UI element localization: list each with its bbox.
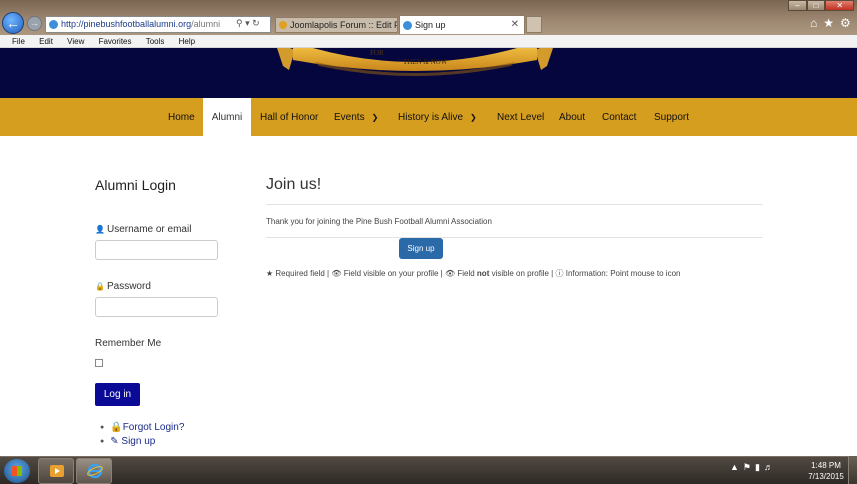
search-icon[interactable]: ⚲ xyxy=(236,18,243,28)
username-label: 👤 Username or email xyxy=(95,224,192,235)
nav-contact[interactable]: Contact xyxy=(602,98,636,136)
new-tab-button[interactable] xyxy=(526,16,542,33)
volume-icon[interactable]: ♬ xyxy=(764,462,777,472)
windows-taskbar xyxy=(0,456,857,484)
password-input[interactable] xyxy=(95,297,218,317)
badge-text: THEN & NOW xyxy=(403,58,448,66)
info-icon: ⓘ xyxy=(555,269,564,278)
forward-button[interactable]: → xyxy=(27,16,42,31)
nav-about[interactable]: About xyxy=(559,98,585,136)
address-bar-icons[interactable]: ⚲ ▾ ↻ xyxy=(236,16,260,33)
favorites-star-icon[interactable]: ★ xyxy=(823,16,840,30)
taskbar-media-player[interactable] xyxy=(38,458,74,484)
menu-tools[interactable]: Tools xyxy=(146,37,165,46)
divider xyxy=(266,237,763,238)
signup-button[interactable]: Sign up xyxy=(399,238,443,259)
browser-tab-signup[interactable]: Sign up ✕ xyxy=(399,15,525,34)
menu-view[interactable]: View xyxy=(67,37,84,46)
main-navigation: Home Alumni Hall of Honor Events ❯ Histor… xyxy=(0,98,857,136)
lock-icon: 🔒 xyxy=(95,282,105,291)
browser-tab-forum[interactable]: Joomlapolis Forum :: Edit Post:... xyxy=(275,17,398,33)
divider xyxy=(266,204,763,205)
flag-icon[interactable]: ⚑ xyxy=(743,462,755,472)
nav-history-is-alive[interactable]: History is Alive ❯ xyxy=(398,98,477,136)
chevron-down-icon: ❯ xyxy=(470,113,477,122)
menu-bar: File Edit View Favorites Tools Help xyxy=(0,35,857,48)
signup-link[interactable]: ● ✎ Sign up xyxy=(100,436,155,447)
forum-favicon-icon xyxy=(279,21,287,29)
bullet-icon: ● xyxy=(100,437,105,445)
clock-date: 7/13/2015 xyxy=(808,472,844,481)
close-window-button[interactable]: ✕ xyxy=(825,0,855,11)
dropdown-icon[interactable]: ▾ xyxy=(245,18,250,28)
maximize-button[interactable]: □ xyxy=(806,0,826,11)
login-button[interactable]: Log in xyxy=(95,383,140,406)
forgot-login-link[interactable]: ● 🔒Forgot Login? xyxy=(100,422,184,433)
system-clock[interactable]: 1:48 PM 7/13/2015 xyxy=(808,460,844,482)
tab-label: Joomlapolis Forum :: Edit Post:... xyxy=(290,20,397,30)
eye-icon: 👁 xyxy=(331,269,342,278)
bullet-icon: ● xyxy=(100,423,105,431)
back-button[interactable]: ← xyxy=(2,12,24,34)
nav-events[interactable]: Events ❯ xyxy=(334,98,378,136)
lock-icon: 🔒 xyxy=(110,422,123,433)
ie-favicon-icon xyxy=(403,21,412,30)
nav-alumni[interactable]: Alumni xyxy=(203,98,251,136)
remember-me-label: Remember Me xyxy=(95,338,162,349)
browser-chrome: ← → http://pinebushfootballalumni.org/al… xyxy=(0,0,857,48)
url-base: http://pinebushfootballalumni.org xyxy=(61,19,192,29)
internet-explorer-icon xyxy=(87,463,103,479)
chevron-down-icon: ❯ xyxy=(371,113,379,122)
menu-help[interactable]: Help xyxy=(179,37,195,46)
menu-file[interactable]: File xyxy=(12,37,25,46)
url-path: /alumni xyxy=(191,19,221,29)
remember-me-checkbox[interactable] xyxy=(95,359,103,367)
badge-partial-text: FOR xyxy=(370,49,384,57)
site-header-banner: FOR THEN & NOW xyxy=(0,48,857,98)
media-player-icon xyxy=(50,465,64,477)
thanks-message: Thank you for joining the Pine Bush Foot… xyxy=(266,217,492,226)
refresh-icon[interactable]: ↻ xyxy=(252,18,260,28)
clock-time: 1:48 PM xyxy=(811,461,841,470)
edit-icon: ✎ xyxy=(110,436,119,447)
user-icon: 👤 xyxy=(95,225,105,234)
home-icon[interactable]: ⌂ xyxy=(810,16,823,30)
nav-support[interactable]: Support xyxy=(654,98,689,136)
menu-favorites[interactable]: Favorites xyxy=(99,37,132,46)
star-icon: ★ xyxy=(266,269,274,278)
eye-slash-icon: 👁 xyxy=(444,269,456,278)
show-hidden-icons[interactable]: ▲ xyxy=(730,462,743,472)
start-button[interactable] xyxy=(4,459,30,483)
username-input[interactable] xyxy=(95,240,218,260)
close-tab-icon[interactable]: ✕ xyxy=(511,16,519,34)
show-desktop-button[interactable] xyxy=(848,456,857,484)
settings-gear-icon[interactable]: ⚙ xyxy=(840,16,857,30)
taskbar-internet-explorer[interactable] xyxy=(76,458,112,484)
nav-next-level[interactable]: Next Level xyxy=(497,98,544,136)
site-favicon-icon xyxy=(49,20,58,29)
nav-hall-of-honor[interactable]: Hall of Honor xyxy=(260,98,318,136)
field-legend: ★ Required field | 👁 Field visible on yo… xyxy=(266,269,681,278)
menu-edit[interactable]: Edit xyxy=(39,37,53,46)
system-tray: ▲⚑▮♬ xyxy=(730,462,777,473)
login-title: Alumni Login xyxy=(95,177,176,193)
tab-label: Sign up xyxy=(415,20,446,30)
nav-home[interactable]: Home xyxy=(168,98,195,136)
minimize-button[interactable]: – xyxy=(788,0,807,11)
toolbar-icons: ⌂★⚙ xyxy=(810,16,857,30)
alumni-badge-logo: FOR THEN & NOW xyxy=(277,48,553,76)
page-title: Join us! xyxy=(266,176,322,193)
window-controls: – □ ✕ xyxy=(788,0,855,11)
password-label: 🔒 Password xyxy=(95,281,151,292)
network-icon[interactable]: ▮ xyxy=(755,462,764,472)
